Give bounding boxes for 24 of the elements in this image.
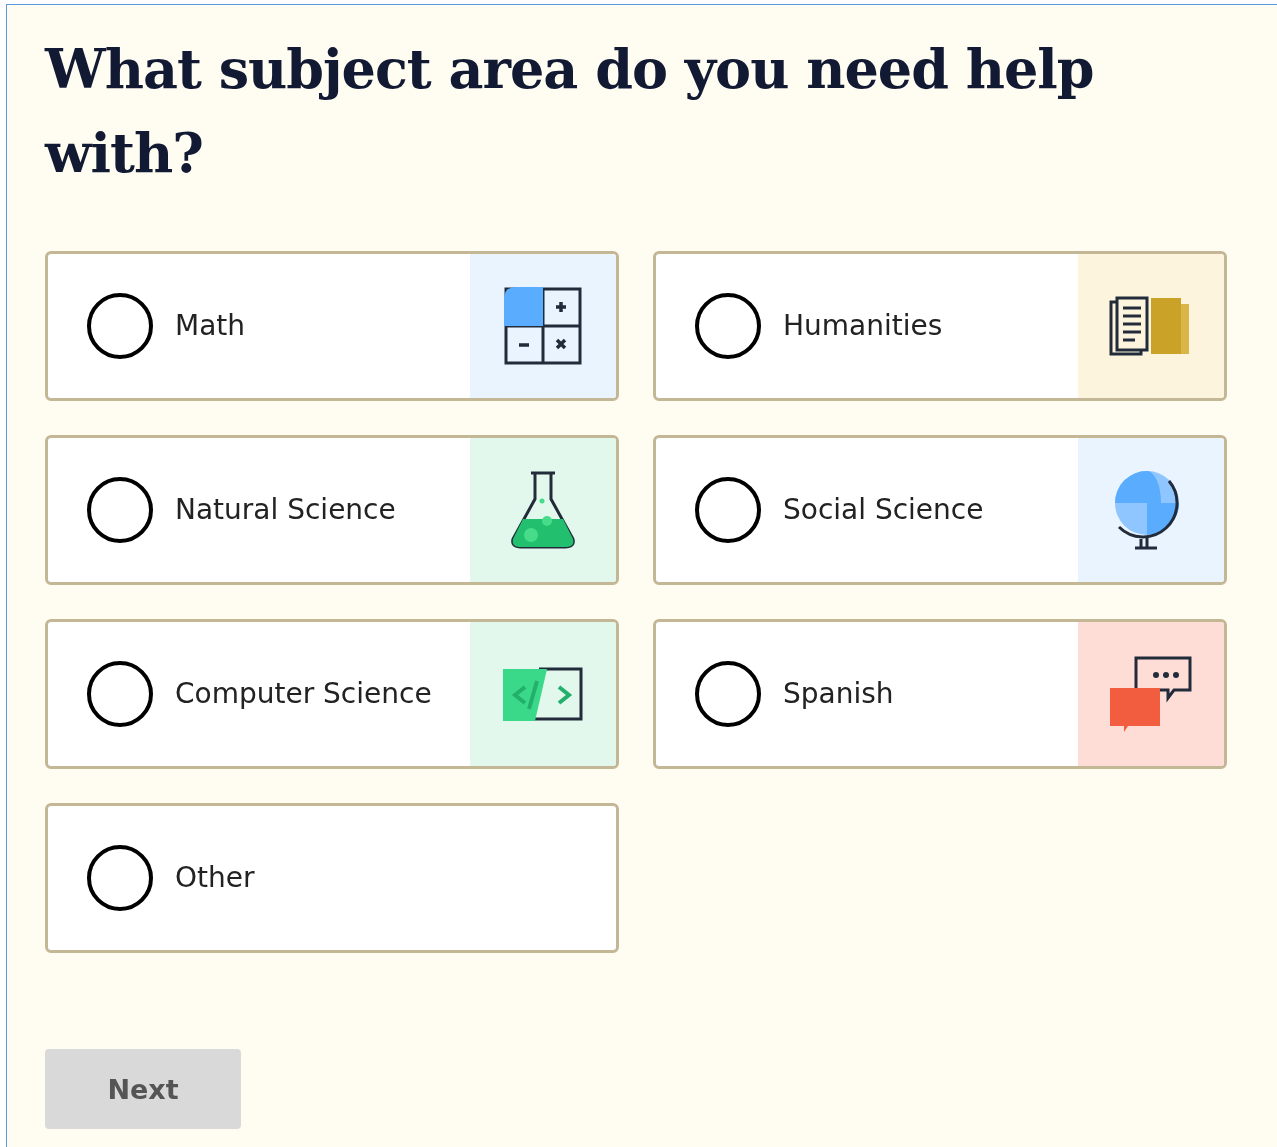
radio-button[interactable] bbox=[87, 661, 153, 727]
option-label: Other bbox=[175, 860, 256, 896]
subject-option[interactable]: Natural Science bbox=[45, 435, 619, 585]
subject-option[interactable]: Other bbox=[45, 803, 619, 953]
subject-option[interactable]: Computer Science bbox=[45, 619, 619, 769]
radio-button[interactable] bbox=[87, 845, 153, 911]
subject-option[interactable]: Social Science bbox=[653, 435, 1227, 585]
radio-button[interactable] bbox=[695, 477, 761, 543]
option-label: Math bbox=[175, 308, 247, 344]
option-label: Computer Science bbox=[175, 676, 433, 712]
option-label: Humanities bbox=[783, 308, 944, 344]
subject-option[interactable]: Spanish bbox=[653, 619, 1227, 769]
option-label: Social Science bbox=[783, 492, 985, 528]
radio-button[interactable] bbox=[695, 661, 761, 727]
subject-option[interactable]: Math bbox=[45, 251, 619, 401]
radio-button[interactable] bbox=[695, 293, 761, 359]
option-label: Spanish bbox=[783, 676, 895, 712]
subject-option[interactable]: Humanities bbox=[653, 251, 1227, 401]
radio-button[interactable] bbox=[87, 293, 153, 359]
calculator-grid-icon bbox=[502, 285, 584, 367]
radio-button[interactable] bbox=[87, 477, 153, 543]
question-heading: What subject area do you need help with? bbox=[45, 36, 1095, 187]
option-label: Natural Science bbox=[175, 492, 397, 528]
code-window-icon bbox=[501, 665, 585, 723]
